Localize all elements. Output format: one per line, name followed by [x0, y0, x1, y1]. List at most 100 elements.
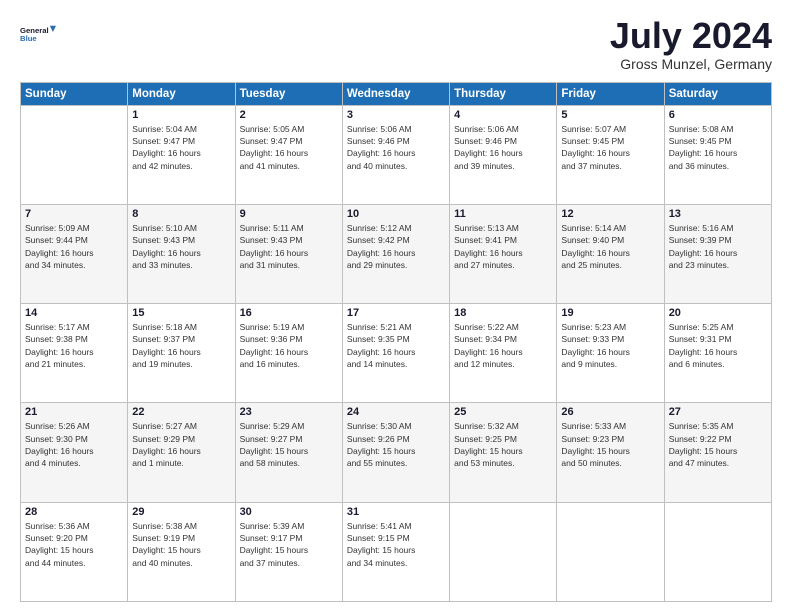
day-cell: [450, 502, 557, 601]
day-info: Sunrise: 5:33 AM Sunset: 9:23 PM Dayligh…: [561, 420, 659, 469]
day-cell: 28 Sunrise: 5:36 AM Sunset: 9:20 PM Dayli…: [21, 502, 128, 601]
day-cell: [557, 502, 664, 601]
day-cell: 16 Sunrise: 5:19 AM Sunset: 9:36 PM Dayli…: [235, 304, 342, 403]
day-cell: 11Sunrise: 5:13 AM Sunset: 9:41 PM Dayli…: [450, 204, 557, 303]
header: General Blue July 2024 Gross Munzel, Ger…: [20, 16, 772, 72]
day-cell: 10Sunrise: 5:12 AM Sunset: 9:42 PM Dayli…: [342, 204, 449, 303]
week-row: 21Sunrise: 5:26 AM Sunset: 9:30 PM Dayli…: [21, 403, 772, 502]
day-cell: 1Sunrise: 5:04 AM Sunset: 9:47 PM Daylig…: [128, 105, 235, 204]
day-cell: 22 Sunrise: 5:27 AM Sunset: 9:29 PM Dayli…: [128, 403, 235, 502]
day-cell: 14 Sunrise: 5:17 AM Sunset: 9:38 PM Dayli…: [21, 304, 128, 403]
day-cell: 2 Sunrise: 5:05 AM Sunset: 9:47 PM Daylig…: [235, 105, 342, 204]
day-header: Tuesday: [235, 82, 342, 105]
day-cell: [21, 105, 128, 204]
day-header: Thursday: [450, 82, 557, 105]
day-info: Sunrise: 5:08 AM Sunset: 9:45 PM Dayligh…: [669, 123, 767, 172]
day-info: Sunrise: 5:26 AM Sunset: 9:30 PM Dayligh…: [25, 420, 123, 469]
day-number: 31: [347, 506, 445, 518]
day-number: 25: [454, 406, 552, 418]
day-cell: 20 Sunrise: 5:25 AM Sunset: 9:31 PM Dayli…: [664, 304, 771, 403]
day-number: 7: [25, 208, 123, 220]
day-number: 15: [132, 307, 230, 319]
day-info: Sunrise: 5:04 AM Sunset: 9:47 PM Dayligh…: [132, 123, 230, 172]
day-cell: 26 Sunrise: 5:33 AM Sunset: 9:23 PM Dayli…: [557, 403, 664, 502]
month-title: July 2024: [610, 16, 772, 56]
day-info: Sunrise: 5:06 AM Sunset: 9:46 PM Dayligh…: [454, 123, 552, 172]
day-number: 5: [561, 109, 659, 121]
day-cell: 4 Sunrise: 5:06 AM Sunset: 9:46 PM Daylig…: [450, 105, 557, 204]
day-info: Sunrise: 5:12 AM Sunset: 9:42 PM Dayligh…: [347, 222, 445, 271]
svg-text:Blue: Blue: [20, 34, 37, 43]
day-header: Sunday: [21, 82, 128, 105]
day-number: 22: [132, 406, 230, 418]
day-info: Sunrise: 5:27 AM Sunset: 9:29 PM Dayligh…: [132, 420, 230, 469]
day-number: 2: [240, 109, 338, 121]
day-info: Sunrise: 5:23 AM Sunset: 9:33 PM Dayligh…: [561, 321, 659, 370]
day-info: Sunrise: 5:07 AM Sunset: 9:45 PM Dayligh…: [561, 123, 659, 172]
day-cell: 27Sunrise: 5:35 AM Sunset: 9:22 PM Dayli…: [664, 403, 771, 502]
day-cell: 7 Sunrise: 5:09 AM Sunset: 9:44 PM Daylig…: [21, 204, 128, 303]
day-number: 18: [454, 307, 552, 319]
day-info: Sunrise: 5:35 AM Sunset: 9:22 PM Dayligh…: [669, 420, 767, 469]
day-info: Sunrise: 5:38 AM Sunset: 9:19 PM Dayligh…: [132, 520, 230, 569]
day-number: 28: [25, 506, 123, 518]
day-cell: 3 Sunrise: 5:06 AM Sunset: 9:46 PM Daylig…: [342, 105, 449, 204]
day-cell: 18Sunrise: 5:22 AM Sunset: 9:34 PM Dayli…: [450, 304, 557, 403]
day-cell: 15Sunrise: 5:18 AM Sunset: 9:37 PM Dayli…: [128, 304, 235, 403]
days-header-row: SundayMondayTuesdayWednesdayThursdayFrid…: [21, 82, 772, 105]
day-info: Sunrise: 5:41 AM Sunset: 9:15 PM Dayligh…: [347, 520, 445, 569]
day-cell: 12 Sunrise: 5:14 AM Sunset: 9:40 PM Dayli…: [557, 204, 664, 303]
logo-svg: General Blue: [20, 16, 56, 52]
day-cell: 19 Sunrise: 5:23 AM Sunset: 9:33 PM Dayli…: [557, 304, 664, 403]
day-header: Monday: [128, 82, 235, 105]
day-cell: 24Sunrise: 5:30 AM Sunset: 9:26 PM Dayli…: [342, 403, 449, 502]
day-number: 11: [454, 208, 552, 220]
day-cell: 8 Sunrise: 5:10 AM Sunset: 9:43 PM Daylig…: [128, 204, 235, 303]
day-info: Sunrise: 5:32 AM Sunset: 9:25 PM Dayligh…: [454, 420, 552, 469]
day-info: Sunrise: 5:09 AM Sunset: 9:44 PM Dayligh…: [25, 222, 123, 271]
day-cell: 6 Sunrise: 5:08 AM Sunset: 9:45 PM Daylig…: [664, 105, 771, 204]
day-header: Wednesday: [342, 82, 449, 105]
day-info: Sunrise: 5:06 AM Sunset: 9:46 PM Dayligh…: [347, 123, 445, 172]
day-cell: 5 Sunrise: 5:07 AM Sunset: 9:45 PM Daylig…: [557, 105, 664, 204]
day-info: Sunrise: 5:17 AM Sunset: 9:38 PM Dayligh…: [25, 321, 123, 370]
calendar-table: SundayMondayTuesdayWednesdayThursdayFrid…: [20, 82, 772, 602]
day-header: Saturday: [664, 82, 771, 105]
day-info: Sunrise: 5:19 AM Sunset: 9:36 PM Dayligh…: [240, 321, 338, 370]
day-info: Sunrise: 5:39 AM Sunset: 9:17 PM Dayligh…: [240, 520, 338, 569]
svg-text:General: General: [20, 26, 49, 35]
day-cell: 31 Sunrise: 5:41 AM Sunset: 9:15 PM Dayli…: [342, 502, 449, 601]
day-info: Sunrise: 5:30 AM Sunset: 9:26 PM Dayligh…: [347, 420, 445, 469]
day-number: 13: [669, 208, 767, 220]
day-info: Sunrise: 5:11 AM Sunset: 9:43 PM Dayligh…: [240, 222, 338, 271]
day-number: 26: [561, 406, 659, 418]
day-number: 29: [132, 506, 230, 518]
day-number: 6: [669, 109, 767, 121]
day-number: 23: [240, 406, 338, 418]
day-cell: 17Sunrise: 5:21 AM Sunset: 9:35 PM Dayli…: [342, 304, 449, 403]
day-info: Sunrise: 5:05 AM Sunset: 9:47 PM Dayligh…: [240, 123, 338, 172]
day-number: 3: [347, 109, 445, 121]
day-info: Sunrise: 5:25 AM Sunset: 9:31 PM Dayligh…: [669, 321, 767, 370]
day-number: 12: [561, 208, 659, 220]
day-info: Sunrise: 5:29 AM Sunset: 9:27 PM Dayligh…: [240, 420, 338, 469]
day-info: Sunrise: 5:10 AM Sunset: 9:43 PM Dayligh…: [132, 222, 230, 271]
day-info: Sunrise: 5:36 AM Sunset: 9:20 PM Dayligh…: [25, 520, 123, 569]
calendar-body: 1Sunrise: 5:04 AM Sunset: 9:47 PM Daylig…: [21, 105, 772, 601]
day-number: 20: [669, 307, 767, 319]
day-number: 14: [25, 307, 123, 319]
day-number: 4: [454, 109, 552, 121]
week-row: 14 Sunrise: 5:17 AM Sunset: 9:38 PM Dayli…: [21, 304, 772, 403]
week-row: 7 Sunrise: 5:09 AM Sunset: 9:44 PM Daylig…: [21, 204, 772, 303]
day-cell: 13Sunrise: 5:16 AM Sunset: 9:39 PM Dayli…: [664, 204, 771, 303]
title-block: July 2024 Gross Munzel, Germany: [610, 16, 772, 72]
day-cell: 23 Sunrise: 5:29 AM Sunset: 9:27 PM Dayli…: [235, 403, 342, 502]
day-number: 8: [132, 208, 230, 220]
day-cell: 21Sunrise: 5:26 AM Sunset: 9:30 PM Dayli…: [21, 403, 128, 502]
day-info: Sunrise: 5:14 AM Sunset: 9:40 PM Dayligh…: [561, 222, 659, 271]
day-number: 9: [240, 208, 338, 220]
day-cell: 29 Sunrise: 5:38 AM Sunset: 9:19 PM Dayli…: [128, 502, 235, 601]
day-number: 16: [240, 307, 338, 319]
day-number: 19: [561, 307, 659, 319]
day-cell: [664, 502, 771, 601]
